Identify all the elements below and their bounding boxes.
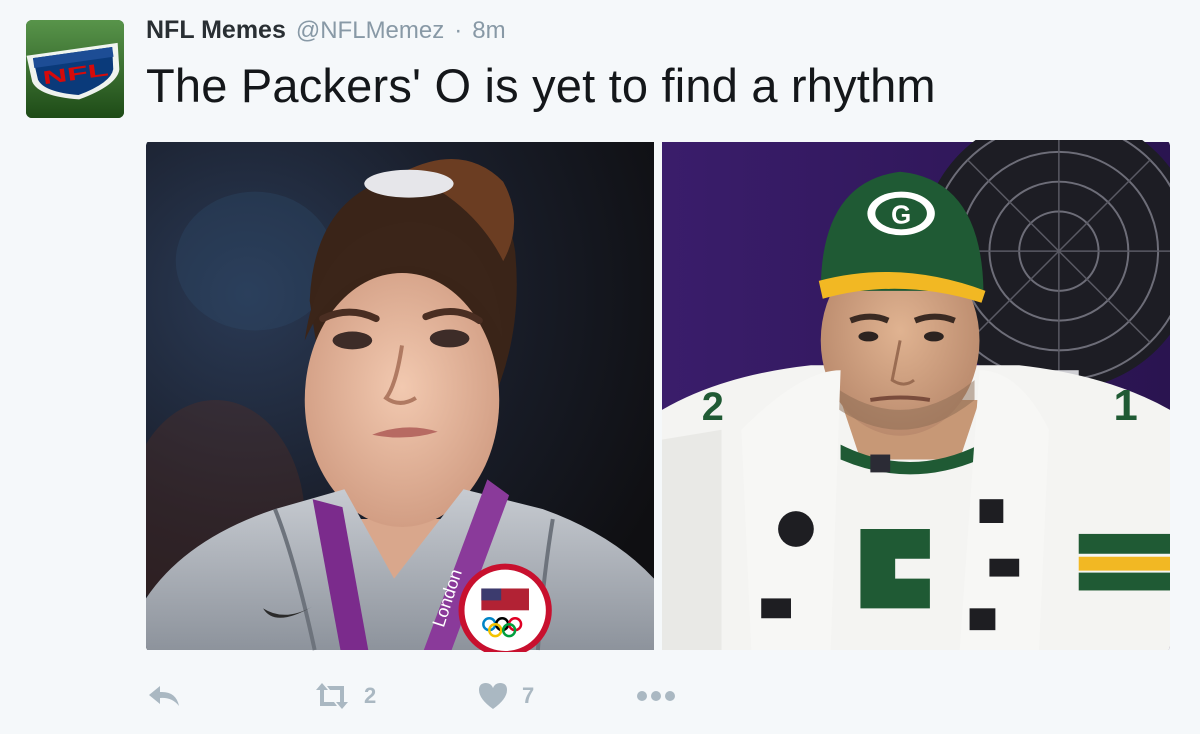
display-name[interactable]: NFL Memes — [146, 16, 286, 45]
nfl-shield-logo: NFL — [26, 20, 124, 118]
retweet-button[interactable]: 2 — [312, 680, 376, 712]
reply-icon — [146, 680, 182, 712]
more-icon — [634, 686, 678, 706]
more-button[interactable] — [634, 686, 678, 706]
media-photo-left[interactable]: London — [146, 140, 654, 652]
like-button[interactable]: 7 — [476, 680, 534, 712]
quarterback-photo: 1 2 G — [662, 140, 1170, 650]
tweet-header: NFL Memes @NFLMemez · 8m — [146, 16, 506, 50]
tweet-media[interactable]: London 1 2 G — [146, 140, 1170, 652]
like-count: 7 — [522, 683, 535, 708]
avatar[interactable]: NFL — [26, 20, 124, 118]
tweet-text: The Packers' O is yet to find a rhythm — [146, 59, 936, 112]
header-separator: · — [454, 17, 463, 44]
heart-icon — [476, 680, 510, 712]
user-handle[interactable]: @NFLMemez — [296, 17, 444, 45]
retweet-count: 2 — [364, 683, 377, 708]
reply-button[interactable] — [146, 680, 182, 712]
svg-text:G: G — [891, 201, 911, 229]
svg-text:2: 2 — [702, 385, 724, 429]
retweet-icon — [312, 680, 352, 712]
timestamp[interactable]: 8m — [472, 17, 505, 45]
gymnast-photo: London — [146, 142, 654, 652]
svg-text:1: 1 — [1113, 381, 1137, 430]
media-photo-right[interactable]: 1 2 G — [662, 140, 1170, 652]
tweet-card[interactable]: NFL NFL Memes @NFLMemez · 8m The Packers… — [0, 0, 1200, 734]
